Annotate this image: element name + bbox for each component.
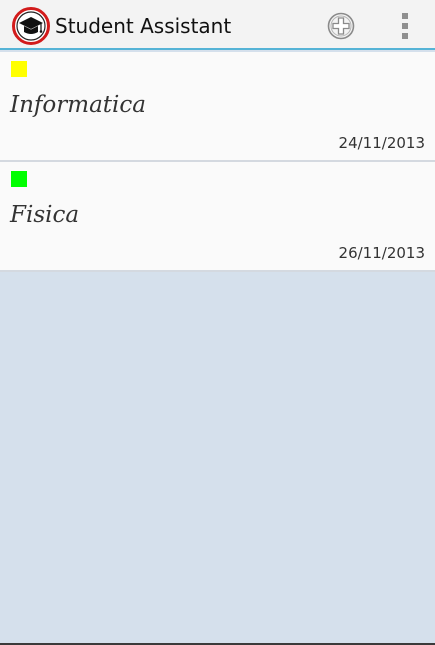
color-chip (11, 171, 27, 187)
subject-list: Informatica 24/11/2013 Fisica 26/11/2013 (0, 52, 435, 272)
subject-name: Informatica (10, 92, 146, 118)
subject-date: 24/11/2013 (338, 134, 425, 152)
subject-item-informatica[interactable]: Informatica 24/11/2013 (0, 52, 435, 162)
action-bar: Student Assistant (0, 0, 435, 50)
subject-date: 26/11/2013 (338, 244, 425, 262)
graduation-cap-icon[interactable] (12, 7, 50, 45)
app-title: Student Assistant (55, 14, 232, 38)
add-icon[interactable] (326, 11, 356, 41)
subject-item-fisica[interactable]: Fisica 26/11/2013 (0, 162, 435, 272)
more-vert-icon[interactable] (390, 10, 420, 42)
color-chip (11, 61, 27, 77)
subject-name: Fisica (10, 202, 80, 228)
